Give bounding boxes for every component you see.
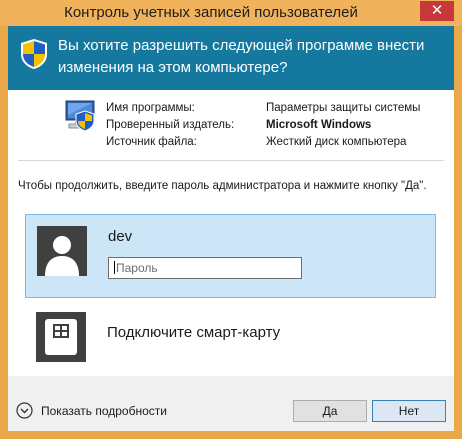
close-button[interactable]: ✕ bbox=[420, 1, 454, 21]
smartcard-label: Подключите смарт-карту bbox=[107, 324, 281, 341]
chevron-down-icon bbox=[16, 402, 33, 419]
user-credential-tile[interactable]: dev Пароль bbox=[25, 214, 436, 298]
program-name-value: Параметры защиты системы bbox=[266, 102, 421, 114]
smartcard-icon bbox=[36, 312, 86, 362]
question-banner: Вы хотите разрешить следующей программе … bbox=[8, 26, 454, 90]
system-protection-icon bbox=[65, 100, 95, 132]
program-info-values: Параметры защиты системы Microsoft Windo… bbox=[266, 100, 420, 151]
program-name-label: Имя программы: bbox=[106, 102, 195, 114]
smartcard-tile[interactable]: Подключите смарт-карту bbox=[25, 306, 436, 366]
user-avatar-icon bbox=[37, 226, 87, 276]
uac-shield-icon bbox=[21, 39, 47, 69]
dialog-content: Имя программы: Проверенный издатель: Ист… bbox=[8, 90, 454, 431]
show-details-link[interactable]: Показать подробности bbox=[16, 402, 167, 419]
publisher-label: Проверенный издатель: bbox=[106, 119, 235, 131]
file-source-label: Источник файла: bbox=[106, 136, 197, 148]
admin-password-prompt: Чтобы продолжить, введите пароль админис… bbox=[18, 180, 427, 192]
yes-button[interactable]: Да bbox=[293, 400, 367, 422]
window-title: Контроль учетных записей пользователей bbox=[64, 4, 358, 21]
user-name: dev bbox=[108, 228, 133, 245]
divider bbox=[18, 160, 444, 161]
dialog-footer: Показать подробности Да Нет bbox=[8, 376, 454, 431]
password-input[interactable]: Пароль bbox=[108, 257, 302, 279]
publisher-value: Microsoft Windows bbox=[266, 119, 372, 131]
file-source-value: Жесткий диск компьютера bbox=[266, 136, 407, 148]
text-caret bbox=[114, 261, 115, 274]
no-button[interactable]: Нет bbox=[372, 400, 446, 422]
title-bar: Контроль учетных записей пользователей ✕ bbox=[0, 0, 462, 26]
banner-question: Вы хотите разрешить следующей программе … bbox=[58, 37, 425, 76]
uac-window: Контроль учетных записей пользователей ✕… bbox=[0, 0, 462, 439]
password-placeholder: Пароль bbox=[116, 261, 158, 275]
show-details-label: Показать подробности bbox=[41, 403, 167, 418]
program-info-labels: Имя программы: Проверенный издатель: Ист… bbox=[106, 100, 234, 151]
